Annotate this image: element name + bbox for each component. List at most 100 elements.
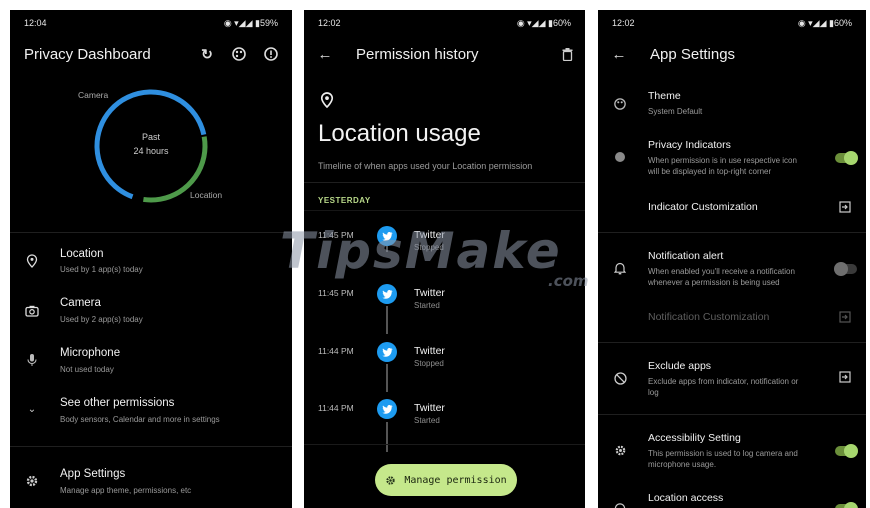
status-time: 12:02 — [318, 18, 341, 28]
event-app: Twitter — [414, 287, 445, 299]
chart-label-location: Location — [190, 190, 223, 200]
setting-title: Exclude apps — [648, 360, 712, 372]
setting-sub: When permission is in use respective ico… — [648, 156, 797, 165]
palette-icon — [612, 96, 628, 112]
divider — [598, 342, 866, 343]
page-title: Privacy Dashboard — [24, 46, 151, 63]
chart-center-line2: 24 hours — [133, 146, 169, 156]
refresh-icon[interactable]: ↻ — [198, 45, 216, 63]
open-icon — [838, 200, 852, 214]
event-app: Twitter — [414, 402, 445, 414]
microphone-icon — [24, 352, 40, 368]
page-subheading: Timeline of when apps used your Location… — [318, 161, 533, 171]
watermark: TipsMake — [280, 222, 562, 280]
setting-title: Accessibility Setting — [648, 432, 741, 444]
camera-icon — [24, 303, 40, 319]
item-title: Camera — [60, 297, 101, 309]
item-sub: Body sensors, Calendar and more in setti… — [60, 415, 220, 424]
divider — [304, 210, 585, 211]
status-time: 12:02 — [612, 18, 635, 28]
twitter-bird-icon — [377, 399, 397, 419]
setting-sub: microphone usage. — [648, 460, 717, 469]
app-settings-screen: 12:02 ◉ ▾◢◢ ▮60% ← App Settings Theme Sy… — [598, 10, 866, 508]
location-pin-icon — [24, 253, 40, 269]
privacy-dashboard-screen: 12:04 ◉ ▾◢◢ ▮59% Privacy Dashboard ↻ Pas… — [10, 10, 292, 508]
timeline-connector — [386, 306, 388, 334]
back-arrow-icon[interactable]: ← — [610, 45, 628, 63]
page-title: Permission history — [356, 46, 479, 63]
location-access-toggle[interactable] — [835, 502, 858, 508]
setting-title: Location access — [648, 492, 724, 504]
status-bar: 12:04 ◉ ▾◢◢ ▮59% — [10, 10, 292, 34]
status-icons: ◉ ▾◢◢ ▮60% — [516, 18, 571, 28]
status-bar: 12:02 ◉ ▾◢◢ ▮60% — [598, 10, 866, 34]
location-pin-icon — [612, 500, 628, 508]
manage-permission-button[interactable]: Manage permission — [375, 464, 517, 496]
notification-bell-icon — [612, 260, 628, 276]
divider — [598, 414, 866, 415]
setting-sub: will be displayed in top-right corner — [648, 167, 772, 176]
delete-icon[interactable] — [559, 46, 575, 62]
timeline-connector — [386, 364, 388, 392]
setting-title: Theme — [648, 90, 681, 102]
setting-sub: This permission is used to log camera an… — [648, 449, 798, 458]
gear-icon — [385, 475, 396, 486]
event-time: 11:45 PM — [318, 288, 354, 298]
gear-icon — [612, 442, 628, 458]
setting-title: Indicator Customization — [648, 201, 758, 213]
page-title: App Settings — [650, 46, 736, 63]
chart-label-camera: Camera — [78, 90, 109, 100]
setting-sub: When enabled you'll receive a notificati… — [648, 267, 795, 276]
setting-title: Privacy Indicators — [648, 139, 731, 151]
block-icon — [612, 370, 628, 386]
manage-permission-label: Manage permission — [404, 474, 507, 486]
notification-alert-toggle[interactable] — [834, 262, 857, 276]
gear-icon — [24, 473, 40, 489]
setting-title: Notification Customization — [648, 311, 770, 323]
usage-donut-chart: Past 24 hours — [94, 89, 208, 203]
item-sub: Manage app theme, permissions, etc — [60, 486, 192, 495]
item-sub: Used by 1 app(s) today — [60, 265, 143, 274]
timeline-connector — [386, 422, 388, 452]
item-title: Microphone — [60, 347, 121, 359]
accessibility-toggle[interactable] — [835, 444, 858, 458]
open-icon — [838, 370, 852, 384]
twitter-bird-icon — [377, 284, 397, 304]
status-icons: ◉ ▾◢◢ ▮60% — [797, 18, 852, 28]
divider — [10, 232, 292, 233]
open-icon — [838, 310, 852, 324]
divider — [10, 446, 292, 447]
page-heading: Location usage — [318, 120, 481, 147]
status-icons: ◉ ▾◢◢ ▮59% — [223, 18, 278, 28]
indicator-dot-icon — [615, 152, 625, 162]
twitter-bird-icon — [377, 342, 397, 362]
setting-sub: System Default — [648, 107, 703, 116]
chart-center-line1: Past — [142, 132, 161, 142]
divider — [598, 232, 866, 233]
status-bar: 12:02 ◉ ▾◢◢ ▮60% — [304, 10, 585, 34]
section-header: YESTERDAY — [318, 196, 371, 205]
event-app: Twitter — [414, 345, 445, 357]
chevron-down-icon: ⌄ — [27, 403, 37, 415]
setting-sub: log — [648, 388, 659, 397]
setting-title: Notification alert — [648, 250, 724, 262]
location-pin-icon — [318, 90, 336, 110]
setting-sub: Exclude apps from indicator, notificatio… — [648, 377, 799, 386]
status-time: 12:04 — [24, 18, 47, 28]
event-state: Stopped — [414, 359, 444, 368]
event-state: Started — [414, 416, 440, 425]
event-time: 11:44 PM — [318, 346, 354, 356]
palette-icon[interactable] — [230, 45, 248, 63]
item-sub: Used by 2 app(s) today — [60, 315, 143, 324]
item-title: App Settings — [60, 468, 126, 480]
item-title: See other permissions — [60, 397, 175, 409]
event-time: 11:44 PM — [318, 403, 354, 413]
item-sub: Not used today — [60, 365, 114, 374]
setting-sub: whenever a permission is being used — [648, 278, 780, 287]
event-state: Started — [414, 301, 440, 310]
privacy-indicators-toggle[interactable] — [835, 151, 858, 165]
back-arrow-icon[interactable]: ← — [316, 45, 334, 63]
divider — [304, 444, 585, 445]
info-icon[interactable] — [262, 45, 280, 63]
divider — [304, 182, 585, 183]
